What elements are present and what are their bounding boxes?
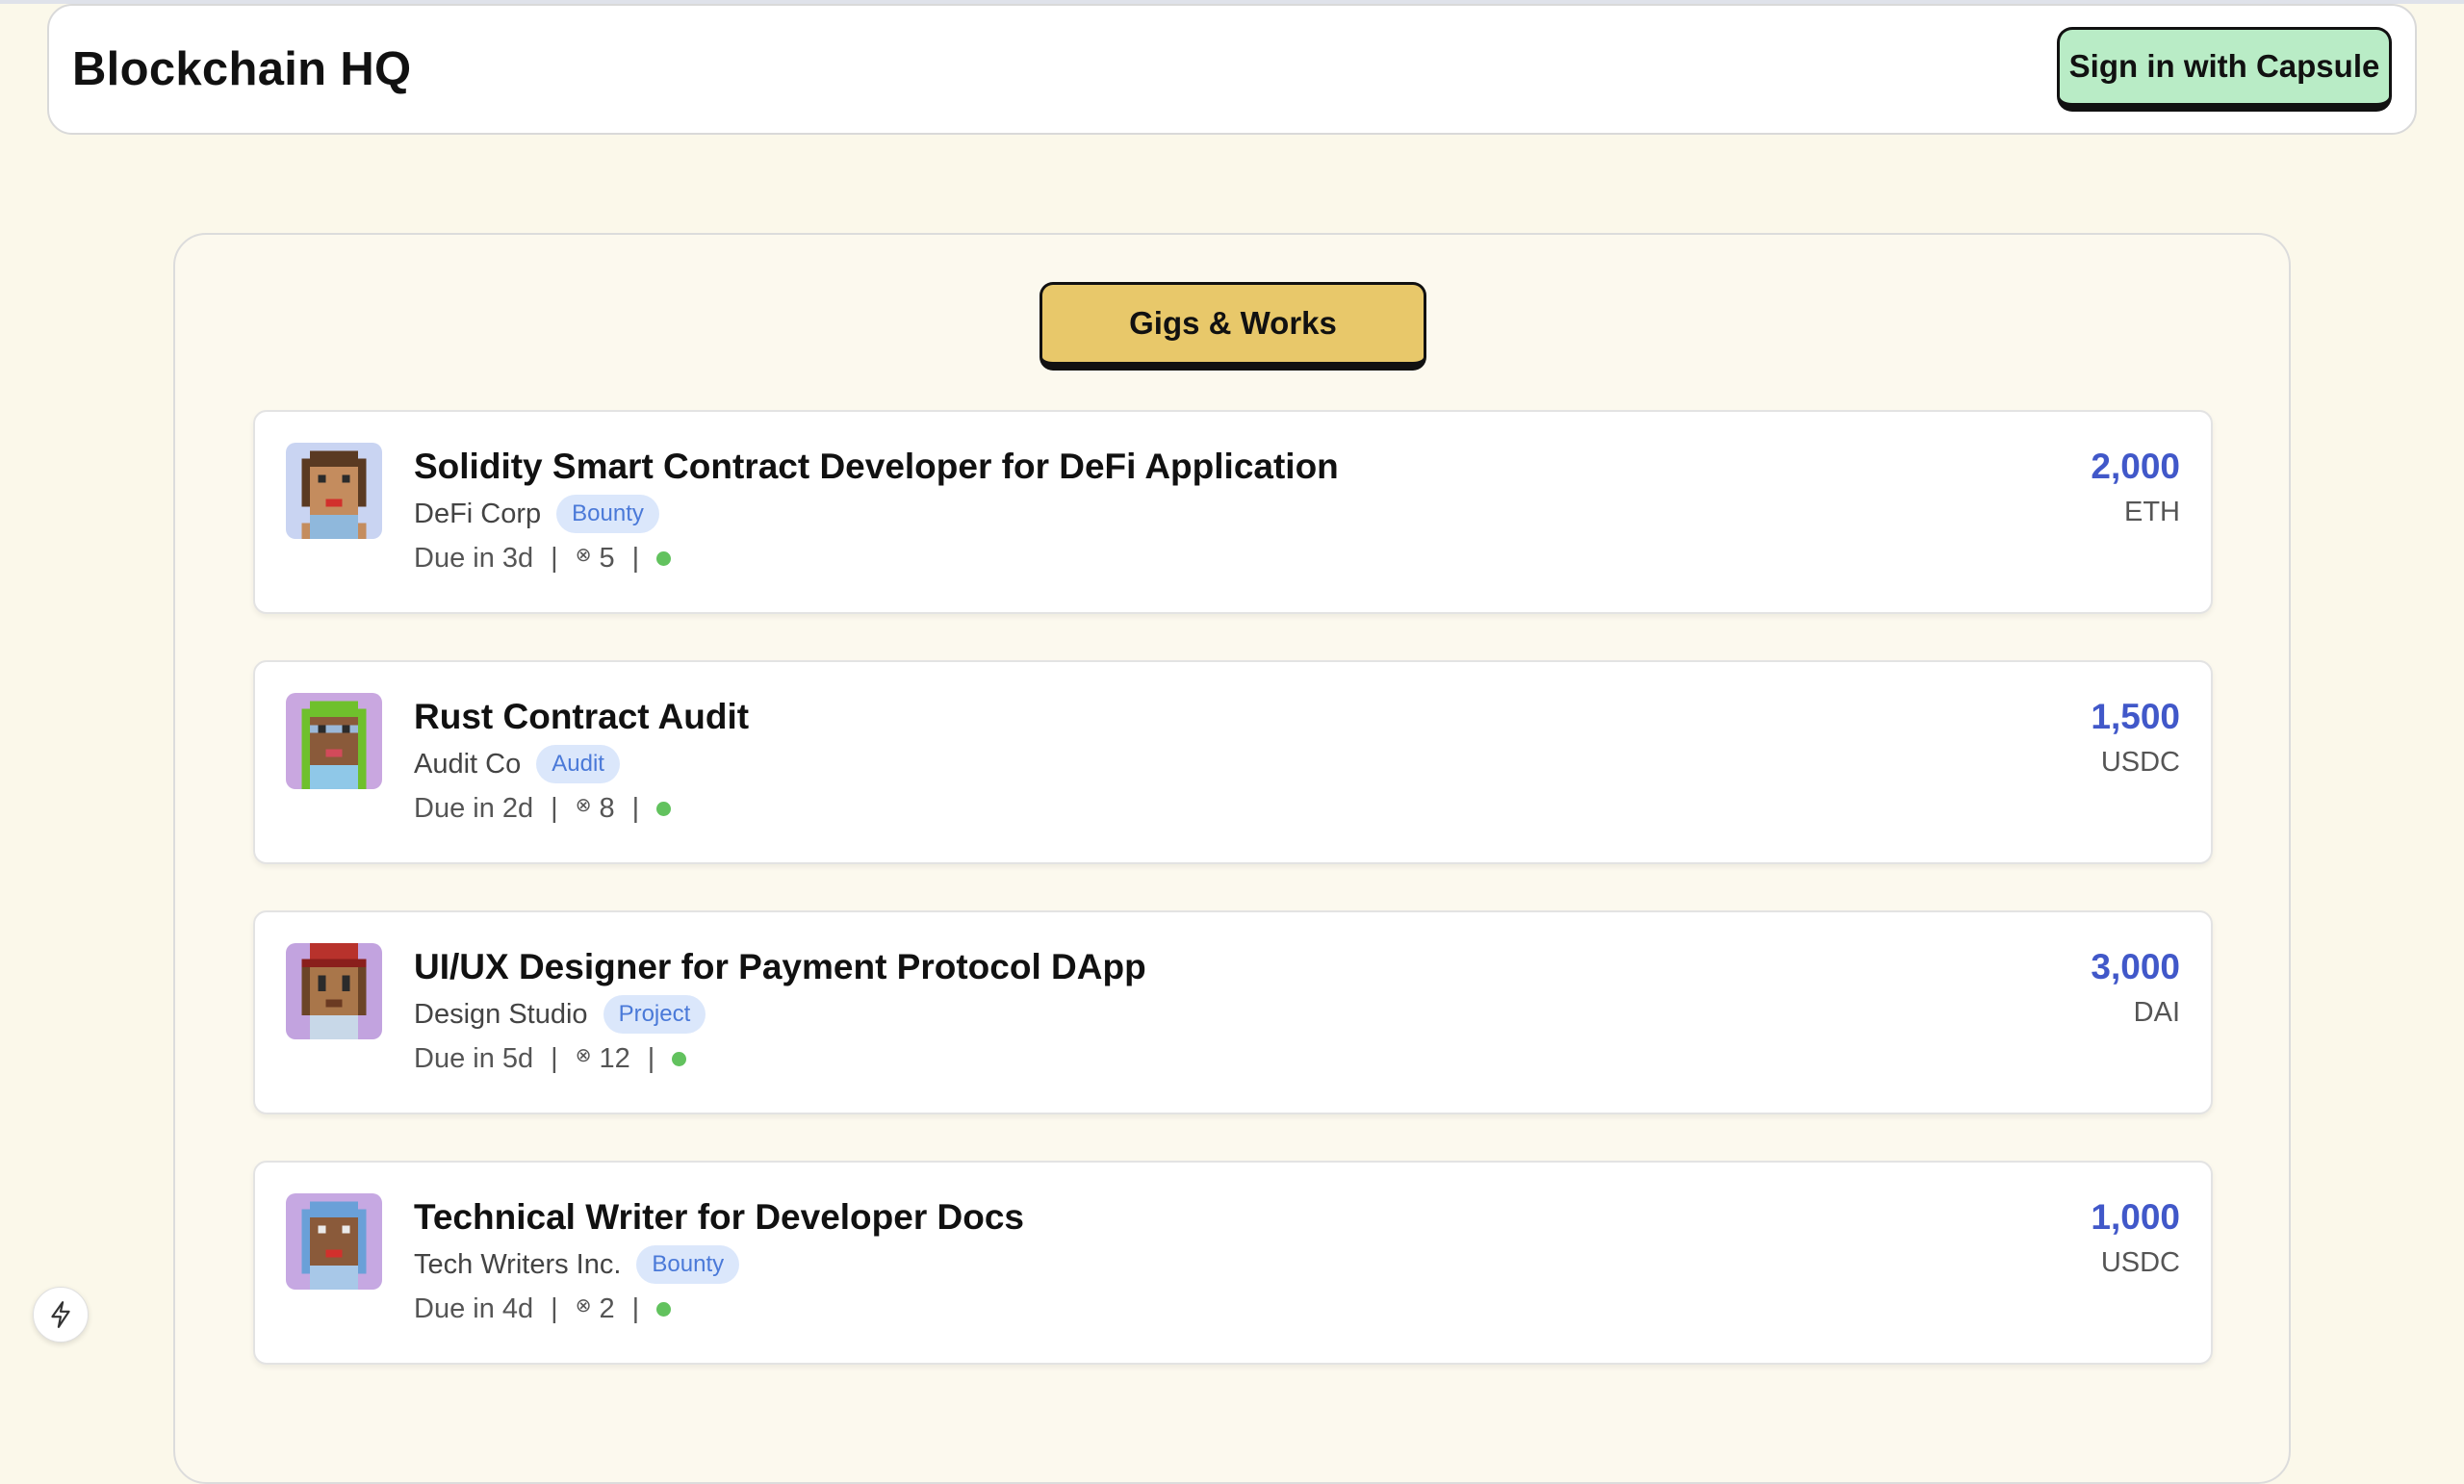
pixel-avatar-icon: [286, 1193, 382, 1290]
applicant-count: 2: [599, 1293, 615, 1324]
gig-title[interactable]: Technical Writer for Developer Docs: [414, 1197, 1024, 1238]
reward-amount: 1,000: [2091, 1197, 2180, 1237]
gig-company: Tech Writers Inc.: [414, 1248, 622, 1280]
separator: |: [647, 1043, 655, 1074]
gig-company-row: Design Studio Project: [414, 995, 706, 1034]
gig-tag-badge: Audit: [536, 745, 620, 783]
reward: 1,000 USDC: [2091, 1197, 2180, 1279]
gig-card[interactable]: Technical Writer for Developer Docs Tech…: [253, 1161, 2213, 1365]
app-header: Blockchain HQ Sign in with Capsule: [47, 4, 2417, 135]
gig-company-row: Tech Writers Inc. Bounty: [414, 1245, 740, 1284]
gig-company-row: Audit Co Audit: [414, 745, 620, 783]
gig-title[interactable]: Solidity Smart Contract Developer for De…: [414, 447, 1339, 487]
gig-meta-row: Due in 3d | ⊗ 5 |: [414, 543, 672, 575]
status-dot-icon: [672, 1052, 687, 1066]
reward-amount: 2,000: [2091, 447, 2180, 486]
applicants-icon: ⊗: [575, 545, 592, 566]
pixel-avatar-icon: [286, 443, 382, 539]
gig-company-row: DeFi Corp Bounty: [414, 495, 659, 533]
separator: |: [631, 793, 640, 824]
gig-card[interactable]: UI/UX Designer for Payment Protocol DApp…: [253, 910, 2213, 1114]
reward-currency: USDC: [2100, 747, 2180, 778]
reward-currency: USDC: [2100, 1247, 2180, 1278]
gig-meta-row: Due in 4d | ⊗ 2 |: [414, 1293, 672, 1325]
gig-tag-badge: Project: [603, 995, 706, 1034]
gig-title[interactable]: UI/UX Designer for Payment Protocol DApp: [414, 947, 1146, 987]
gig-company: Audit Co: [414, 748, 522, 780]
applicant-count: 5: [599, 543, 615, 574]
reward: 1,500 USDC: [2091, 697, 2180, 779]
gig-card[interactable]: Solidity Smart Contract Developer for De…: [253, 410, 2213, 614]
status-dot-icon: [656, 802, 672, 816]
reward-currency: ETH: [2124, 497, 2180, 527]
gig-title[interactable]: Rust Contract Audit: [414, 697, 749, 737]
reward-amount: 3,000: [2091, 947, 2180, 986]
app-title: Blockchain HQ: [72, 43, 412, 95]
gig-card[interactable]: Rust Contract Audit Audit Co Audit Due i…: [253, 660, 2213, 864]
separator: |: [551, 1293, 558, 1324]
status-dot-icon: [656, 1302, 672, 1317]
due-date: Due in 4d: [414, 1293, 534, 1324]
gig-company: DeFi Corp: [414, 498, 542, 529]
gig-tag-badge: Bounty: [556, 495, 659, 533]
gig-meta-row: Due in 5d | ⊗ 12 |: [414, 1043, 687, 1075]
separator: |: [551, 1043, 558, 1074]
gig-tag-badge: Bounty: [636, 1245, 740, 1284]
applicant-count: 12: [599, 1043, 630, 1074]
pixel-avatar-icon: [286, 693, 382, 789]
status-dot-icon: [656, 551, 672, 566]
separator: |: [551, 793, 558, 824]
due-date: Due in 2d: [414, 793, 534, 824]
pixel-avatar-icon: [286, 943, 382, 1039]
separator: |: [631, 543, 640, 574]
reward-currency: DAI: [2133, 997, 2180, 1028]
separator: |: [631, 1293, 640, 1324]
lightning-bolt-icon: [51, 1301, 70, 1328]
applicant-count: 8: [599, 793, 615, 824]
reward: 3,000 DAI: [2091, 947, 2180, 1029]
applicants-icon: ⊗: [575, 1045, 592, 1066]
gig-list: Solidity Smart Contract Developer for De…: [253, 410, 2213, 1411]
applicants-icon: ⊗: [575, 795, 592, 816]
reward-amount: 1,500: [2091, 697, 2180, 736]
applicants-icon: ⊗: [575, 1295, 592, 1317]
due-date: Due in 5d: [414, 1043, 534, 1074]
lightning-bolt-button[interactable]: [33, 1287, 89, 1343]
reward: 2,000 ETH: [2091, 447, 2180, 528]
gigs-panel: Gigs & Works Solidity Smart Contract Dev…: [173, 233, 2291, 1484]
gig-meta-row: Due in 2d | ⊗ 8 |: [414, 793, 672, 825]
gigs-and-works-button[interactable]: Gigs & Works: [1040, 282, 1426, 371]
sign-in-with-capsule-button[interactable]: Sign in with Capsule: [2057, 27, 2392, 112]
separator: |: [551, 543, 558, 574]
gig-company: Design Studio: [414, 998, 588, 1030]
due-date: Due in 3d: [414, 543, 534, 574]
